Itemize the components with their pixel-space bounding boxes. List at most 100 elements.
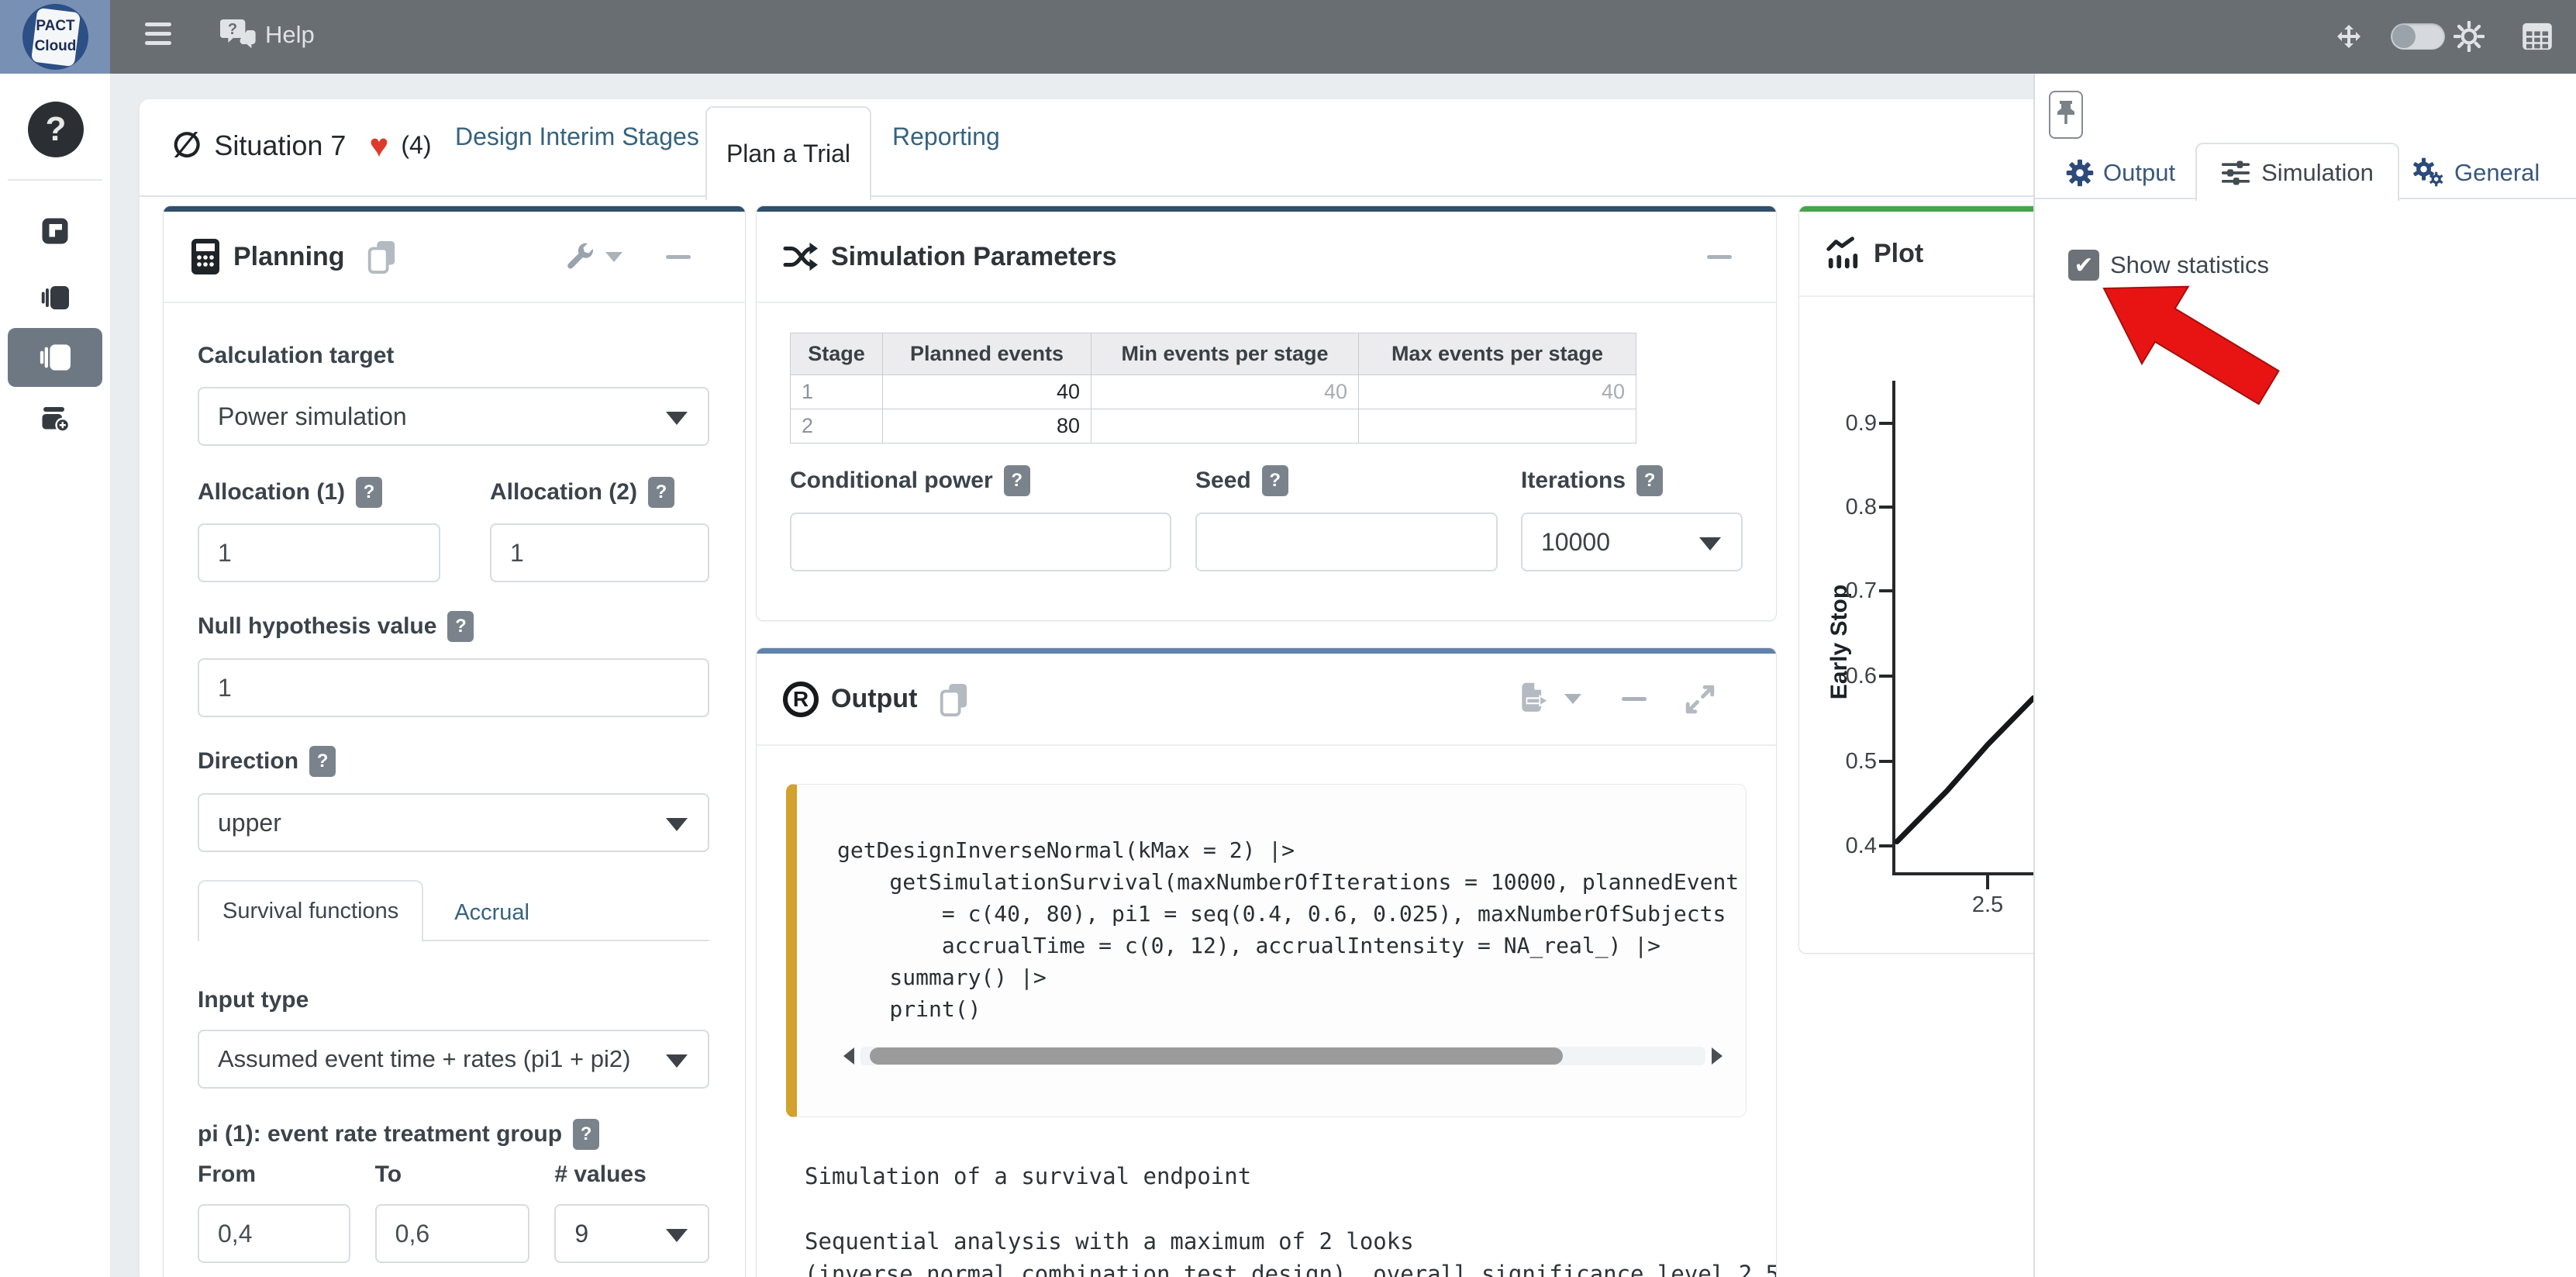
empty-set-icon: ∅ (172, 126, 202, 165)
chevron-down-icon (1699, 537, 1721, 550)
help-badge-icon[interactable]: ? (648, 477, 674, 508)
chevron-down-icon (666, 1054, 688, 1068)
tab-reporting[interactable]: Reporting (892, 123, 1000, 151)
scroll-right-icon[interactable] (1712, 1047, 1723, 1065)
seed-input[interactable] (1195, 513, 1498, 571)
allocation2-input[interactable] (490, 523, 709, 582)
left-sidebar: ? (0, 74, 110, 1277)
tab-design-interim-stages[interactable]: Design Interim Stages (455, 123, 699, 151)
allocation1-label: Allocation (1)? (198, 477, 440, 508)
collapse-simulation-parameters-button[interactable] (1707, 255, 1732, 259)
early-stop-curve (1897, 698, 2033, 841)
tab-accrual[interactable]: Accrual (423, 900, 560, 940)
code-line: getSimulationSurvival(maxNumberOfIterati… (837, 866, 1738, 898)
wrench-settings-icon[interactable] (564, 240, 596, 273)
stages-table[interactable]: Stage Planned events Min events per stag… (790, 333, 1636, 443)
result-line (805, 1192, 1776, 1225)
scroll-left-icon[interactable] (843, 1047, 854, 1065)
calculation-target-label: Calculation target (198, 342, 709, 370)
brightness-settings-icon[interactable] (2454, 21, 2485, 52)
null-hypothesis-input[interactable] (198, 658, 709, 717)
fullscreen-icon[interactable] (2333, 21, 2364, 52)
chevron-down-icon (666, 818, 688, 831)
sidebar-item-add-archive-icon[interactable] (41, 405, 69, 433)
collapse-output-button[interactable] (1622, 697, 1647, 701)
expand-icon[interactable] (1684, 683, 1716, 716)
show-statistics-label: Show statistics (2110, 251, 2269, 279)
help-badge-icon[interactable]: ? (1004, 465, 1030, 496)
allocation1-input[interactable] (198, 523, 440, 582)
settings-side-panel: Output Simulation (2033, 74, 2576, 1277)
input-type-select[interactable]: Assumed event time + rates (pi1 + pi2) (198, 1030, 709, 1089)
settings-tab-output[interactable]: Output (2066, 151, 2175, 195)
conditional-power-input[interactable] (790, 513, 1171, 571)
table-row[interactable]: 2 80 (791, 409, 1636, 443)
planning-panel-title: Planning (233, 242, 345, 272)
r-code-block[interactable]: getDesignInverseNormal(kMax = 2) |> getS… (786, 784, 1747, 1117)
pi1-to-input[interactable] (375, 1204, 530, 1263)
collapse-planning-button[interactable] (666, 255, 691, 259)
help-badge-icon[interactable]: ? (1262, 465, 1288, 496)
show-statistics-checkbox[interactable]: ✔ (2068, 250, 2099, 281)
pi1-num-values-select[interactable]: 9 (554, 1204, 709, 1263)
help-label: Help (265, 21, 315, 49)
output-panel-title: Output (831, 684, 917, 714)
help-badge-icon[interactable]: ? (309, 746, 336, 777)
y-tick-label: 0.4 (1821, 830, 1877, 861)
code-line: = c(40, 80), pi1 = seq(0.4, 0.6, 0.025),… (837, 898, 1738, 930)
simulation-parameters-title: Simulation Parameters (831, 242, 1116, 272)
pin-panel-button[interactable] (2049, 91, 2083, 139)
sidebar-item-situations-icon[interactable] (41, 284, 69, 312)
scrollbar-thumb[interactable] (870, 1047, 1563, 1065)
num-values-label: # values (554, 1161, 709, 1189)
settings-tab-simulation[interactable]: Simulation (2195, 143, 2399, 201)
calculator-icon (190, 237, 221, 276)
tab-survival-functions[interactable]: Survival functions (198, 880, 423, 941)
result-line: Sequential analysis with a maximum of 2 … (805, 1225, 1776, 1258)
wrench-caret-icon (605, 252, 622, 262)
pi1-from-input[interactable] (198, 1204, 350, 1263)
theme-toggle[interactable] (2391, 23, 2445, 50)
chart-icon (1826, 236, 1861, 271)
help-badge-icon[interactable]: ? (356, 477, 382, 508)
shuffle-icon (783, 240, 819, 273)
horizontal-scrollbar[interactable] (843, 1046, 1723, 1066)
pi1-label: pi (1): event rate treatment group? (198, 1119, 709, 1150)
favorite-count: (4) (401, 131, 431, 160)
sidebar-item-active-situation[interactable] (8, 328, 102, 387)
tab-plan-a-trial-label: Plan a Trial (726, 140, 850, 168)
sidebar-toggle-hamburger-icon[interactable] (145, 22, 171, 52)
help-badge-icon[interactable]: ? (573, 1119, 599, 1150)
help-badge-icon[interactable]: ? (1636, 465, 1663, 496)
planning-body: Calculation target Power simulation Allo… (164, 342, 745, 1277)
user-avatar[interactable]: ? (28, 102, 84, 157)
favorite-heart-icon[interactable]: ♥ (369, 130, 388, 161)
settings-tab-general[interactable]: General (2412, 151, 2540, 195)
calculation-target-select[interactable]: Power simulation (198, 387, 709, 446)
iterations-select[interactable]: 10000 (1521, 513, 1743, 571)
help-badge-icon[interactable]: ? (447, 611, 474, 642)
x-tick-label: 2.5 (1957, 892, 2019, 918)
app-root: PACT Cloud ? Help (0, 0, 2576, 1277)
sidebar-item-designs-icon[interactable] (41, 217, 69, 245)
sliders-icon (2221, 160, 2250, 186)
output-panel: R Output getDesignInverseNorm (756, 647, 1777, 1277)
export-caret-icon (1564, 694, 1581, 704)
tab-plan-a-trial[interactable]: Plan a Trial (705, 106, 871, 200)
brand-logo[interactable]: PACT Cloud (0, 0, 110, 74)
export-file-icon[interactable] (1518, 682, 1554, 717)
y-tick-label: 0.8 (1821, 492, 1877, 523)
settings-tab-output-label: Output (2103, 159, 2175, 187)
show-statistics-option[interactable]: ✔ Show statistics (2068, 250, 2269, 281)
copy-icon[interactable] (365, 239, 398, 274)
table-row[interactable]: 1 40 40 40 (791, 375, 1636, 409)
help-menu[interactable]: ? Help (220, 19, 315, 51)
chevron-down-icon (666, 412, 688, 425)
input-type-label: Input type (198, 986, 709, 1014)
copy-icon[interactable] (937, 682, 970, 717)
apps-grid-icon[interactable] (2522, 22, 2553, 50)
scrollbar-track[interactable] (860, 1047, 1705, 1065)
y-tick-label: 0.7 (1821, 575, 1877, 606)
settings-tab-general-label: General (2454, 159, 2540, 187)
direction-select[interactable]: upper (198, 793, 709, 852)
